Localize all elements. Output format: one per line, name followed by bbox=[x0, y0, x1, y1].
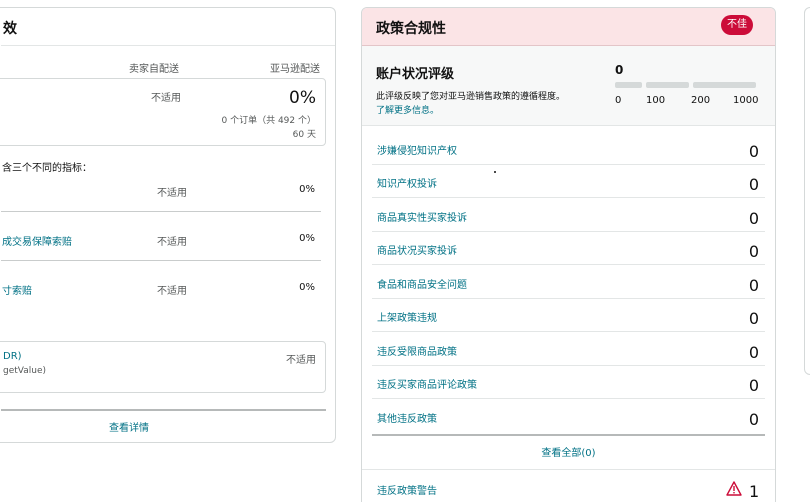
metric-row-label[interactable]: 寸索赔 bbox=[2, 282, 32, 297]
adjacent-card-edge bbox=[804, 7, 810, 375]
rating-tick-label: 1000 bbox=[733, 95, 759, 106]
policy-metric-row: 上架政策违规 0 bbox=[372, 299, 765, 332]
policy-metric-label[interactable]: 违反受限商品政策 bbox=[377, 343, 457, 358]
see-all-link[interactable]: 查看全部(0) bbox=[362, 444, 775, 459]
warning-triangle-icon bbox=[726, 481, 742, 496]
policy-metric-label[interactable]: 商品真实性买家投诉 bbox=[377, 209, 467, 224]
rating-score: 0 bbox=[615, 63, 624, 77]
policy-metric-label[interactable]: 上架政策违规 bbox=[377, 309, 437, 324]
policy-warnings-count: 1 bbox=[749, 482, 760, 501]
divider bbox=[1, 260, 321, 261]
policy-metric-label[interactable]: 食品和商品安全问题 bbox=[377, 276, 467, 291]
policy-metric-value: 0 bbox=[748, 343, 759, 362]
divider bbox=[1, 211, 321, 212]
policy-compliance-card: 政策合规性 不佳 账户状况评级 此评级反映了您对亚马逊销售政策的遵循程度。 了解… bbox=[361, 7, 776, 502]
divider bbox=[1, 409, 326, 411]
self-fulfilled-value: 不适用 bbox=[151, 93, 181, 104]
policy-metric-value: 0 bbox=[748, 142, 759, 161]
card-header: 政策合规性 不佳 bbox=[362, 8, 775, 46]
divider bbox=[362, 469, 775, 470]
rating-tick-label: 200 bbox=[691, 95, 711, 106]
time-window: 60 天 bbox=[292, 130, 316, 140]
metrics-intro-text: 含三个不同的指标： bbox=[2, 163, 92, 174]
policy-metric-row: 食品和商品安全问题 0 bbox=[372, 266, 765, 299]
policy-metric-label[interactable]: 商品状况买家投诉 bbox=[377, 242, 457, 257]
metric-row-amazon-value: 0% bbox=[299, 233, 315, 244]
policy-metric-row: 涉嫌侵犯知识产权 0 bbox=[372, 132, 765, 165]
defect-rate-sub: getValue) bbox=[3, 366, 47, 376]
policy-metric-value: 0 bbox=[748, 309, 759, 328]
policy-metric-value: 0 bbox=[748, 242, 759, 261]
policy-metric-label[interactable]: 涉嫌侵犯知识产权 bbox=[377, 142, 457, 157]
rate-percentage: 0% bbox=[289, 88, 316, 108]
policy-metric-row: 商品状况买家投诉 0 bbox=[372, 232, 765, 265]
policy-metric-value: 0 bbox=[748, 209, 759, 228]
policy-metric-row: 违反买家商品评论政策 0 bbox=[372, 366, 765, 399]
rating-bar-segment bbox=[615, 82, 642, 88]
policy-metric-value: 0 bbox=[748, 410, 759, 429]
rating-tick-label: 0 bbox=[615, 95, 622, 106]
late-shipment-box: 不适用 0% 0 个订单（共 492 个） 60 天 bbox=[0, 78, 326, 146]
policy-metric-row: 违反受限商品政策 0 bbox=[372, 333, 765, 366]
status-badge: 不佳 bbox=[721, 15, 753, 35]
metric-row-self-value: 不适用 bbox=[157, 286, 187, 297]
defect-rate-box: DR) getValue) 不适用 bbox=[0, 341, 326, 393]
rating-tick-label: 100 bbox=[646, 95, 666, 106]
metric-row-self-value: 不适用 bbox=[157, 237, 187, 248]
policy-metric-label[interactable]: 其他违反政策 bbox=[377, 410, 437, 425]
policy-metric-value: 0 bbox=[748, 175, 759, 194]
card-title: 政策合规性 bbox=[376, 21, 446, 37]
column-header-self-fulfilled: 卖家自配送 bbox=[129, 64, 179, 75]
column-header-amazon-fulfilled: 亚马逊配送 bbox=[270, 64, 320, 75]
rating-description: 此评级反映了您对亚马逊销售政策的遵循程度。 bbox=[376, 92, 566, 102]
policy-metric-row: 知识产权投诉 0 bbox=[372, 165, 765, 198]
metric-row-label[interactable]: 成交易保障索赔 bbox=[2, 233, 72, 248]
rating-bar-segment bbox=[693, 82, 756, 88]
defect-rate-label[interactable]: DR) bbox=[3, 351, 22, 362]
rating-title: 账户状况评级 bbox=[376, 67, 455, 82]
divider bbox=[372, 434, 765, 436]
metric-row-self-value: 不适用 bbox=[157, 188, 187, 199]
defect-rate-value: 不适用 bbox=[286, 355, 316, 366]
card-header: 效 bbox=[1, 8, 335, 46]
policy-metric-value: 0 bbox=[748, 376, 759, 395]
rating-bar-segment bbox=[646, 82, 689, 88]
metric-row-amazon-value: 0% bbox=[299, 184, 315, 195]
policy-metric-label[interactable]: 违反买家商品评论政策 bbox=[377, 376, 477, 391]
policy-metric-row: 其他违反政策 0 bbox=[372, 400, 765, 433]
metric-row-amazon-value: 0% bbox=[299, 282, 315, 293]
shipping-performance-card: 效 卖家自配送 亚马逊配送 不适用 0% 0 个订单（共 492 个） 60 天… bbox=[0, 7, 336, 443]
policy-metric-value: 0 bbox=[748, 276, 759, 295]
policy-warnings-link[interactable]: 违反政策警告 bbox=[377, 482, 437, 497]
policy-metric-row: 商品真实性买家投诉 0 bbox=[372, 199, 765, 232]
card-title: 效 bbox=[3, 21, 17, 37]
learn-more-link[interactable]: 了解更多信息。 bbox=[376, 103, 439, 116]
view-details-link[interactable]: 查看详情 bbox=[109, 419, 149, 434]
policy-metric-label[interactable]: 知识产权投诉 bbox=[377, 175, 437, 190]
mouse-cursor-dot bbox=[494, 171, 496, 173]
order-count: 0 个订单（共 492 个） bbox=[221, 116, 317, 126]
